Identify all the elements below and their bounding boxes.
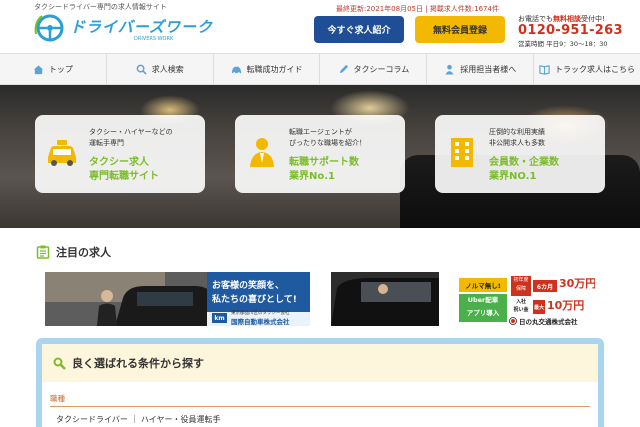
- job-banner-kokusai[interactable]: お客様の笑顔を、 私たちの喜びとして! 東京都品川区のタクシー会社 国際自動車株…: [45, 272, 310, 326]
- steering-wheel-icon: [34, 14, 64, 42]
- hero-card-members: 圧倒的な利用実績 非公開求人も多数 会員数・企業数 業界NO.1: [435, 115, 605, 193]
- nav-item-recruiters[interactable]: 採用担当者様へ: [427, 54, 535, 84]
- hero-card-taxi: タクシー・ハイヤーなどの 運転手専門 タクシー求人 専門転職サイト: [35, 115, 205, 193]
- update-info: 最終更新:2021年08月05日 | 掲載求人件数:1674件: [336, 5, 499, 13]
- site-header: タクシードライバー専門の求人情報サイト ドライバーズワーク DRIVERS WO…: [0, 0, 640, 52]
- hero-card-agent: 転職エージェントが ぴったりな職場を紹介！ 転職サポート数 業界No.1: [235, 115, 405, 193]
- hero-banner: タクシー・ハイヤーなどの 運転手専門 タクシー求人 専門転職サイト 転職エージェ…: [0, 85, 640, 228]
- search-icon: [136, 64, 147, 75]
- badge-no-quota: ノルマ無し!: [459, 278, 507, 292]
- banner-hinomaru-company: 日の丸交通株式会社: [519, 318, 578, 326]
- free-registration-button[interactable]: 無料会員登録: [415, 16, 505, 43]
- banner-kokusai-headline-1: お客様の笑顔を、: [212, 281, 285, 291]
- job-introduction-button[interactable]: 今すぐ求人紹介: [314, 16, 404, 43]
- nav-item-top[interactable]: トップ: [0, 54, 107, 84]
- label-max: 最大: [533, 300, 545, 314]
- search-icon: [53, 357, 66, 370]
- taxi-icon: [48, 140, 76, 166]
- logo-subtitle: DRIVERS WORK: [134, 36, 174, 42]
- popular-conditions-box: 良く選ばれる条件から探す 職種 タクシードライバー ｜ ハイヤー・役員運転手: [36, 338, 604, 427]
- nav-item-taxi-column[interactable]: タクシーコラム: [320, 54, 428, 84]
- book-icon: [539, 64, 550, 75]
- label-bonus: 入社 祝い金: [511, 298, 531, 316]
- banner-kokusai-headline-2: 私たちの喜びとして!: [212, 295, 297, 305]
- label-guarantee: 初年度 保障: [511, 276, 531, 296]
- km-logo: km: [212, 313, 227, 323]
- hinomaru-company-row: 日の丸交通株式会社: [509, 316, 595, 326]
- nav-item-success-guide[interactable]: 転職成功ガイド: [214, 54, 321, 84]
- popular-conditions-title: 良く選ばれる条件から探す: [72, 357, 204, 370]
- guarantee-amount: 30万円: [559, 277, 595, 290]
- hinomaru-logo-icon: [509, 317, 517, 325]
- contact-info: お電話でも無料相談受付中! 0120-951-263 営業時間 平日9：30～1…: [518, 14, 636, 48]
- job-type-links[interactable]: タクシードライバー ｜ ハイヤー・役員運転手: [56, 414, 221, 425]
- main-nav: トップ 求人検索 転職成功ガイド タクシーコラム 採用担当者様へ トラック求人は…: [0, 53, 640, 85]
- job-banner-hinomaru[interactable]: ノルマ無し! Uber配車 アプリ導入 初年度 保障 6カ月 30万円 入社 祝…: [331, 272, 595, 326]
- nav-item-truck-jobs[interactable]: トラック求人はこちら: [534, 54, 640, 84]
- logo-name: ドライバーズワーク: [70, 18, 213, 36]
- person-icon: [445, 64, 454, 75]
- section-divider: [50, 406, 590, 407]
- nav-item-job-search[interactable]: 求人検索: [107, 54, 214, 84]
- home-icon: [33, 64, 43, 74]
- building-icon: [451, 138, 473, 167]
- phone-number[interactable]: 0120-951-263: [518, 24, 636, 38]
- guarantee-months: 6カ月: [533, 280, 557, 292]
- pen-icon: [339, 64, 348, 73]
- car-icon: [231, 66, 241, 74]
- popular-conditions-header: 良く選ばれる条件から探す: [42, 344, 598, 382]
- clipboard-icon: [36, 245, 50, 259]
- site-tagline: タクシードライバー専門の求人情報サイト: [34, 3, 167, 11]
- badge-uber: Uber配車 アプリ導入: [459, 294, 507, 322]
- agent-icon: [250, 138, 274, 167]
- featured-jobs-title: 注目の求人: [36, 244, 111, 260]
- job-type-section-label: 職種: [50, 394, 65, 403]
- banner-kokusai-company: 国際自動車株式会社: [231, 318, 290, 326]
- business-hours: 営業時間 平日9：30～18：30: [518, 40, 608, 48]
- bonus-amount: 10万円: [547, 299, 585, 312]
- site-logo[interactable]: ドライバーズワーク DRIVERS WORK: [34, 12, 212, 46]
